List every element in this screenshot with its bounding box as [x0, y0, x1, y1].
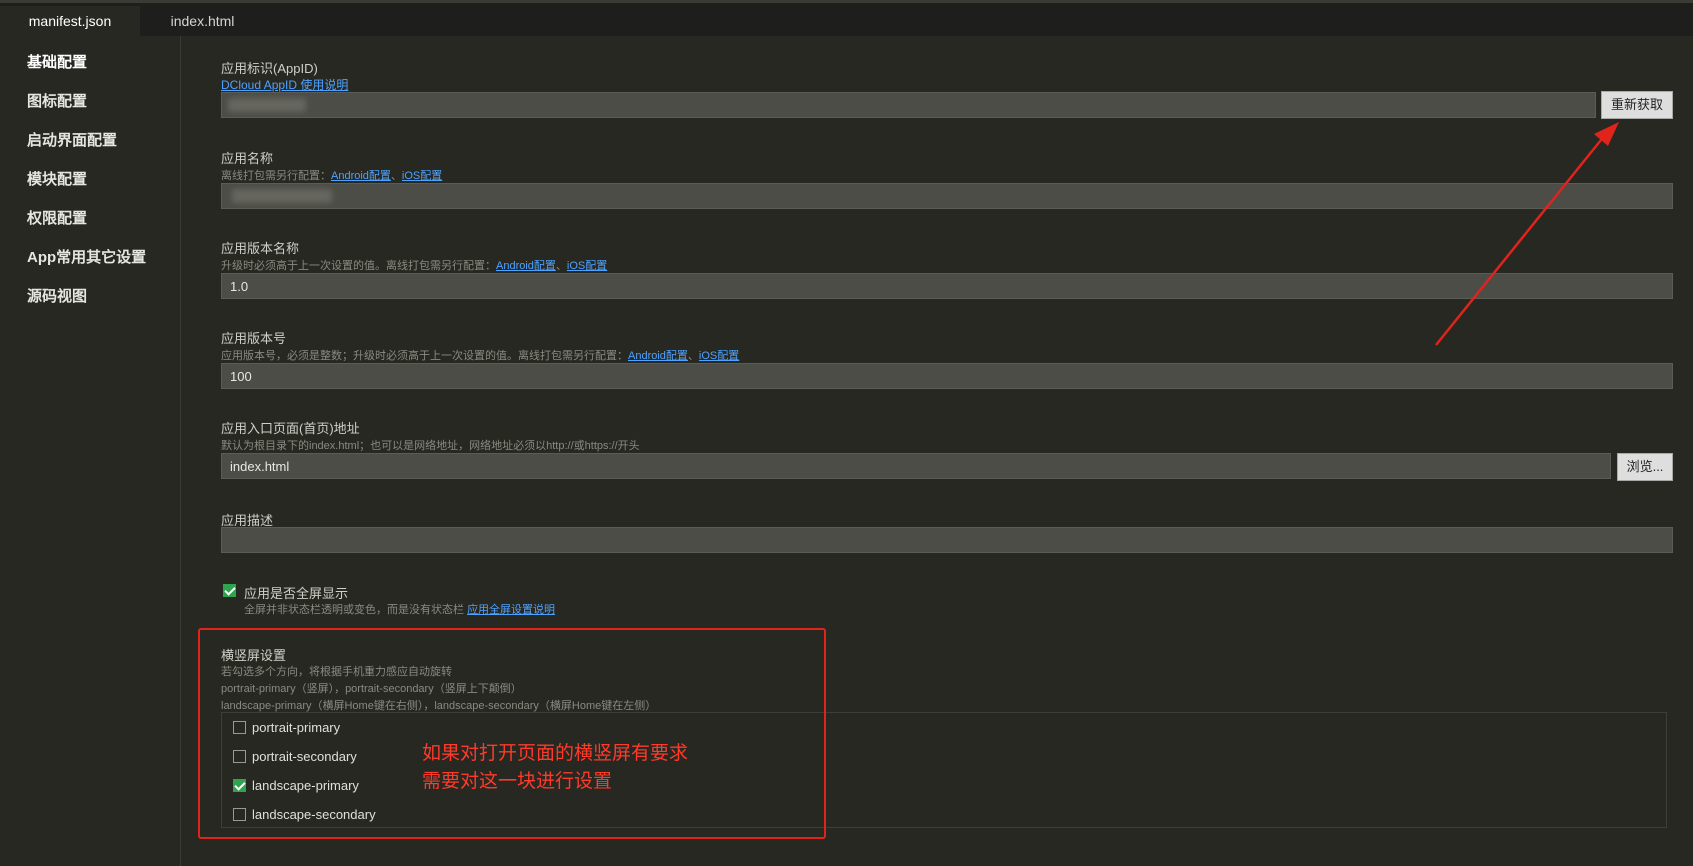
annotation-arrow [1435, 122, 1619, 346]
annotation-arrow-shaft [1435, 134, 1606, 346]
